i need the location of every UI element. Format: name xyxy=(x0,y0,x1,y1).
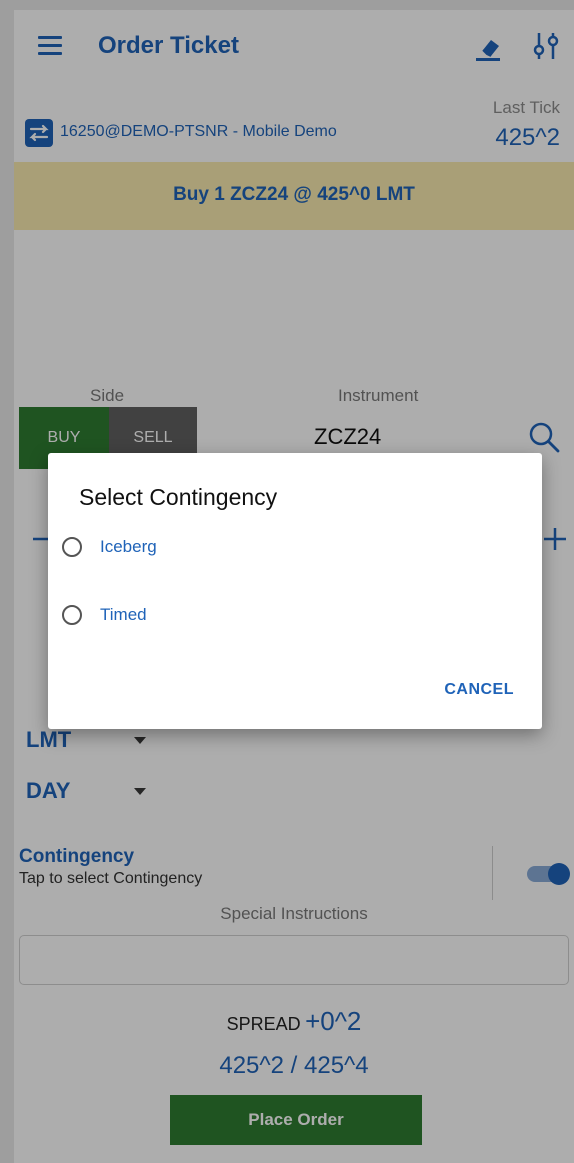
option-label[interactable]: Timed xyxy=(100,605,147,625)
select-contingency-dialog: Select Contingency Iceberg Timed CANCEL xyxy=(48,453,542,729)
option-timed[interactable]: Timed xyxy=(62,597,522,637)
radio-unchecked-icon[interactable] xyxy=(62,537,82,557)
screen: Order Ticket 16250@DEMO-PTSNR - Mobile D… xyxy=(0,0,574,1163)
radio-unchecked-icon[interactable] xyxy=(62,605,82,625)
cancel-button[interactable]: CANCEL xyxy=(444,681,514,699)
dialog-title: Select Contingency xyxy=(79,484,278,510)
option-label[interactable]: Iceberg xyxy=(100,537,157,557)
option-iceberg[interactable]: Iceberg xyxy=(62,529,522,569)
